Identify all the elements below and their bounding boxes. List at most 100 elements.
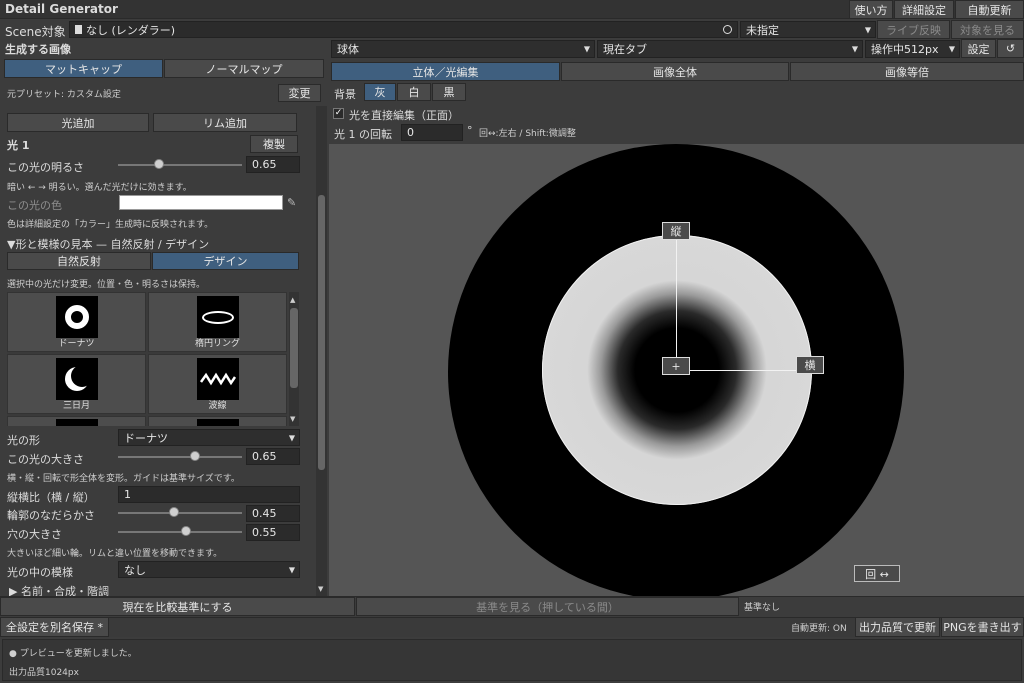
chevron-down-icon: ▼ xyxy=(864,25,871,34)
section-title: 生成する画像 xyxy=(5,43,71,56)
menu-detail-settings[interactable]: 詳細設定 xyxy=(894,0,954,19)
bg-black-button[interactable]: 黒 xyxy=(432,83,466,101)
aspect-value-field[interactable]: 1 xyxy=(118,486,300,503)
horizontal-guide-line xyxy=(676,370,811,371)
set-compare-base-button[interactable]: 現在を比較基準にする xyxy=(0,597,355,616)
eyedropper-icon[interactable]: ✎ xyxy=(287,196,296,209)
save-as-button[interactable]: 全設定を別名保存 * xyxy=(0,617,109,637)
scroll-down-icon[interactable]: ▼ xyxy=(290,415,295,423)
sample-caption: 波線 xyxy=(208,401,227,411)
color-label: この光の色 xyxy=(7,199,62,212)
sample-caption: 楕円リング xyxy=(194,339,240,349)
tab-3d-light-edit[interactable]: 立体／光編集 xyxy=(331,62,560,81)
rotate-value-field[interactable]: 0 xyxy=(401,124,463,141)
operation-size-select[interactable]: 操作中512px ▼ xyxy=(865,40,960,58)
brightness-slider-track[interactable] xyxy=(118,164,242,166)
hole-slider-thumb[interactable] xyxy=(181,526,192,536)
sample-tile-partial[interactable] xyxy=(7,416,146,426)
menu-help[interactable]: 使い方 xyxy=(849,0,893,19)
target-picker-icon[interactable] xyxy=(723,25,732,34)
rotate-unit: ° xyxy=(467,124,473,137)
scroll-down-icon[interactable]: ▼ xyxy=(318,585,323,593)
softness-slider-track[interactable] xyxy=(118,512,242,514)
softness-slider-thumb[interactable] xyxy=(168,507,179,517)
pattern-help: 選択中の光だけ変更。位置・色・明るさは保持。 xyxy=(7,280,206,290)
left-panel-scroll-thumb[interactable] xyxy=(318,195,325,470)
shape-value: ドーナツ xyxy=(124,431,168,445)
view-target-button[interactable]: 対象を見る xyxy=(951,20,1024,39)
chevron-down-icon: ▼ xyxy=(288,565,295,574)
partial-thumbnail xyxy=(196,419,239,426)
brightness-value-field[interactable]: 0.65 xyxy=(246,156,300,173)
size-slider-track[interactable] xyxy=(118,456,242,458)
file-icon xyxy=(75,25,82,34)
menu-auto-update[interactable]: 自動更新 xyxy=(955,0,1024,19)
shape-type-value: 球体 xyxy=(337,43,359,56)
refresh-icon[interactable]: ↺ xyxy=(997,39,1024,58)
sample-tile-crescent[interactable]: 三日月 xyxy=(7,354,146,414)
shape-select[interactable]: ドーナツ ▼ xyxy=(118,429,300,446)
size-slider-thumb[interactable] xyxy=(189,451,200,461)
log-area xyxy=(2,639,1022,681)
add-light-button[interactable]: 光追加 xyxy=(7,113,149,132)
tab-design[interactable]: デザイン xyxy=(152,252,299,270)
tab-image-actual-size[interactable]: 画像等倍 xyxy=(790,62,1024,81)
vertical-handle[interactable]: 縦 xyxy=(662,222,690,240)
sample-tile-partial[interactable] xyxy=(148,416,287,426)
center-handle[interactable]: + xyxy=(662,357,690,375)
size-help: 横・縦・回転で形全体を変形。ガイドは基準サイズです。 xyxy=(7,474,240,484)
tab-normal-map[interactable]: ノーマルマップ xyxy=(164,59,324,78)
hole-slider-track[interactable] xyxy=(118,531,242,533)
sample-tile-wave[interactable]: 波線 xyxy=(148,354,287,414)
vertical-guide-line xyxy=(676,236,677,366)
size-label: この光の大きさ xyxy=(7,453,84,466)
pattern-section-header[interactable]: ▼形と模様の見本 — 自然反射 / デザイン xyxy=(7,236,209,252)
quality-message: 出力品質1024px xyxy=(9,668,79,678)
size-value-field[interactable]: 0.65 xyxy=(246,448,300,465)
shape-type-select[interactable]: 球体 ▼ xyxy=(331,40,595,58)
tab-matcap[interactable]: マットキャップ xyxy=(4,59,163,78)
brightness-help: 暗い ← → 明るい。選んだ光だけに効きます。 xyxy=(7,183,192,193)
update-quality-button[interactable]: 出力品質で更新 xyxy=(855,617,940,637)
sample-tile-donut[interactable]: ドーナツ xyxy=(7,292,146,352)
bg-gray-button[interactable]: 灰 xyxy=(364,83,396,101)
live-apply-button[interactable]: ライブ反映 xyxy=(877,20,950,39)
sample-grid-scroll-thumb[interactable] xyxy=(290,308,298,388)
aspect-label: 縦横比（横 / 縦） xyxy=(7,491,95,504)
duplicate-button[interactable]: 複製 xyxy=(250,135,298,153)
add-rim-button[interactable]: リム追加 xyxy=(153,113,297,132)
rotate-button[interactable]: 回 ↔ xyxy=(854,565,900,582)
tab-whole-image[interactable]: 画像全体 xyxy=(561,62,789,81)
view-base-button[interactable]: 基準を見る（押している間） xyxy=(356,597,739,616)
chevron-down-icon: ▼ xyxy=(948,44,955,54)
sample-grid: ドーナツ 楕円リング 三日月 波線 xyxy=(7,292,287,426)
tab-natural-reflection[interactable]: 自然反射 xyxy=(7,252,151,270)
hole-value-field[interactable]: 0.55 xyxy=(246,524,300,541)
brightness-slider-thumb[interactable] xyxy=(153,159,164,169)
bg-white-button[interactable]: 白 xyxy=(397,83,431,101)
scene-object-field[interactable]: なし (レンダラー) xyxy=(69,21,738,38)
direct-edit-checkbox[interactable]: ✓ xyxy=(333,108,344,119)
partial-thumbnail xyxy=(55,419,98,426)
softness-value-field[interactable]: 0.45 xyxy=(246,505,300,522)
settings-button[interactable]: 設定 xyxy=(961,39,996,58)
write-png-button[interactable]: PNGを書き出す xyxy=(941,617,1024,637)
scroll-up-icon[interactable]: ▲ xyxy=(290,296,295,304)
sample-tile-ellipse-ring[interactable]: 楕円リング xyxy=(148,292,287,352)
change-button[interactable]: 変更 xyxy=(278,84,321,102)
sample-caption: 三日月 xyxy=(62,401,90,411)
inner-pattern-select[interactable]: なし ▼ xyxy=(118,561,300,578)
preview-canvas[interactable]: 縦 横 + 回 ↔ xyxy=(329,144,1024,596)
color-swatch[interactable] xyxy=(119,195,283,210)
direct-edit-label: 光を直接編集（正面） xyxy=(349,109,459,122)
horizontal-handle[interactable]: 横 xyxy=(796,356,824,374)
tab-scope-select[interactable]: 現在タブ ▼ xyxy=(597,40,863,58)
scene-target-select[interactable]: 未指定 ▼ xyxy=(740,21,876,38)
ellipse-ring-thumbnail xyxy=(196,296,239,338)
wave-thumbnail xyxy=(196,358,239,400)
softness-label: 輪郭のなだらかさ xyxy=(7,509,95,522)
status-message: ● プレビューを更新しました。 xyxy=(9,649,137,659)
preset-label: 元プリセット: カスタム設定 xyxy=(7,90,121,100)
color-help: 色は詳細設定の「カラー」生成時に反映されます。 xyxy=(7,220,214,230)
hole-label: 穴の大きさ xyxy=(7,528,62,541)
